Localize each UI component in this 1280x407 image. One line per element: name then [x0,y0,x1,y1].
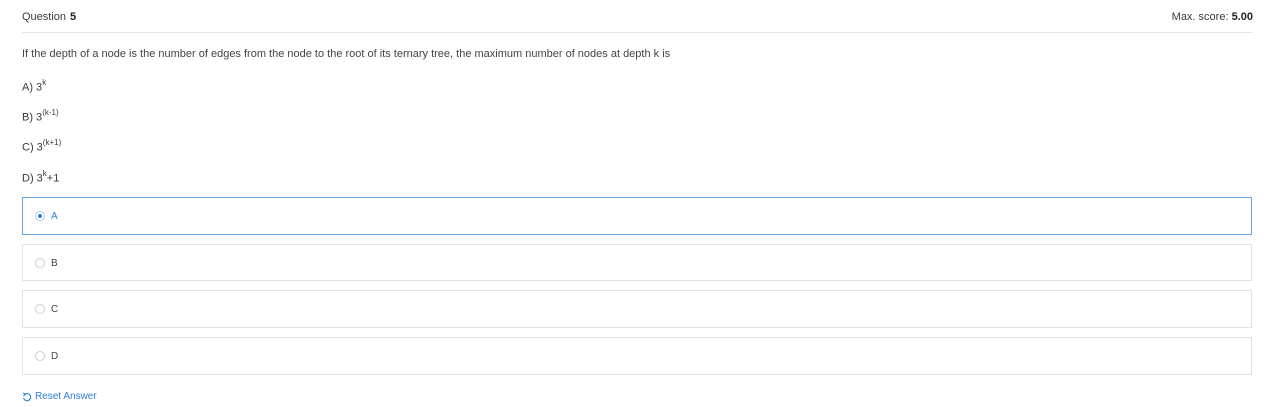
option-text-c: C) 3(k+1) [22,138,62,154]
option-d-exponent: k [42,169,47,178]
option-c-base: C) 3 [22,141,43,154]
choice-b[interactable]: B [22,244,1252,281]
option-a-base: A) 3 [22,81,43,94]
question-number: 5 [70,11,77,23]
choice-c-label: C [51,304,59,315]
choice-d-label: D [51,351,59,362]
choice-b-label: B [51,258,58,269]
reset-answer-link[interactable]: Reset Answer [22,391,97,402]
question-title: Question 5 [22,11,76,23]
option-b-base: B) 3 [22,111,43,124]
question-panel: Question 5 Max. score: 5.00 If the depth … [0,0,1280,407]
option-d-base: D) 3 [22,172,43,185]
max-score: Max. score: 5.00 [1172,11,1253,23]
option-text-b: B) 3(k-1) [22,108,59,124]
option-c-exponent: (k+1) [42,138,62,147]
question-text: If the depth of a node is the number of … [22,48,671,60]
choice-a-label: A [51,211,58,222]
reset-answer-label[interactable]: Reset Answer [35,391,97,402]
option-b-exponent: (k-1) [42,108,59,117]
option-text-d: D) 3k+1 [22,169,60,185]
choice-d[interactable]: D [22,337,1252,375]
max-score-value: 5.00 [1231,11,1253,23]
question-header: Question 5 Max. score: 5.00 [22,0,1253,33]
option-text-a: A) 3k [22,78,47,94]
radio-button-icon[interactable] [35,258,45,268]
max-score-label: Max. score: [1171,11,1229,23]
undo-icon [22,391,32,401]
radio-button-icon[interactable] [35,351,45,361]
choice-a[interactable]: A [22,197,1252,235]
option-d-suffix: +1 [46,172,60,185]
question-label: Question [22,11,67,23]
radio-button-selected-icon[interactable] [35,211,45,221]
option-a-exponent: k [42,78,47,87]
choice-c[interactable]: C [22,290,1252,328]
radio-button-icon[interactable] [35,304,45,314]
